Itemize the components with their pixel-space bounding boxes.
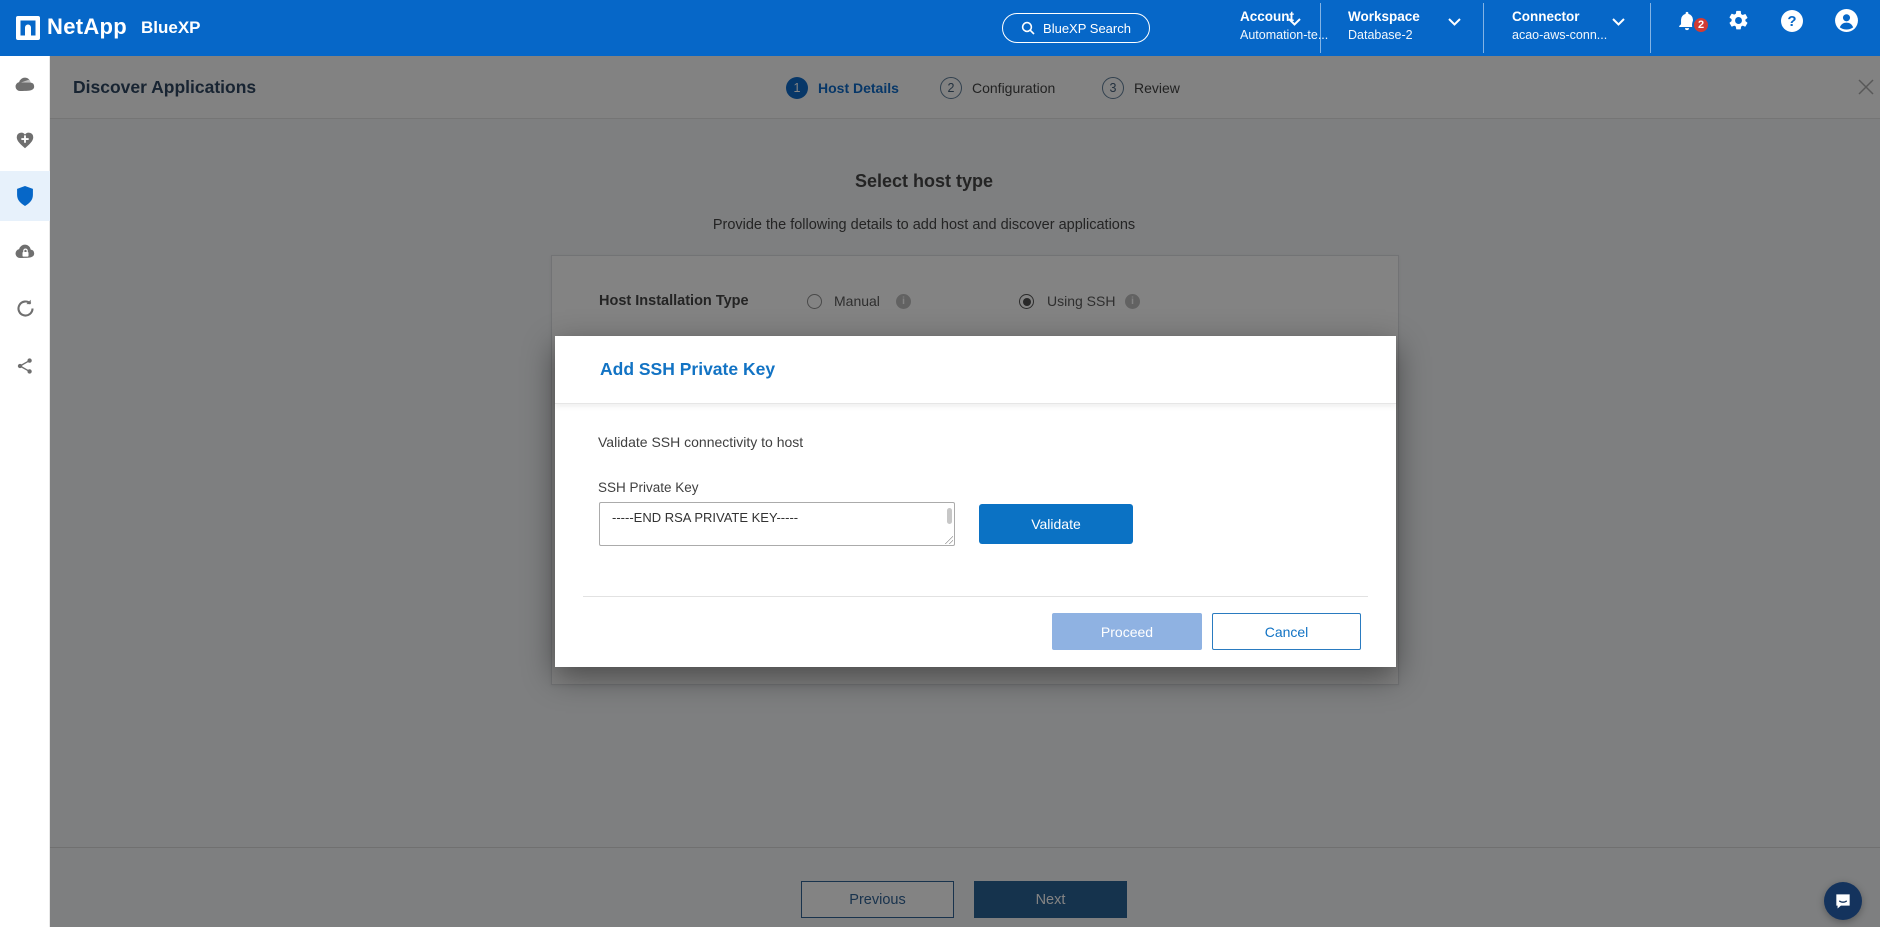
- connector-label: Connector: [1512, 9, 1580, 24]
- connector-value: acao-aws-conn...: [1512, 28, 1608, 42]
- workspace-label: Workspace: [1348, 9, 1420, 24]
- notification-count-badge: 2: [1692, 16, 1710, 34]
- account-label: Account: [1240, 9, 1294, 24]
- health-add-icon[interactable]: [0, 115, 50, 165]
- workspace-value: Database-2: [1348, 28, 1413, 42]
- product-name: BlueXP: [141, 18, 201, 37]
- modal-title: Add SSH Private Key: [600, 359, 776, 379]
- account-menu[interactable]: Account Automation-te...: [1240, 9, 1328, 42]
- chevron-down-icon: [1612, 13, 1625, 31]
- app-header: NetApp BlueXP BlueXP Search Account Auto…: [0, 0, 1880, 56]
- chevron-down-icon: [1448, 13, 1461, 31]
- proceed-button[interactable]: Proceed: [1052, 613, 1202, 650]
- netapp-logo-icon: [16, 16, 40, 45]
- user-avatar-icon[interactable]: [1834, 8, 1859, 36]
- ssh-private-key-input[interactable]: -----END RSA PRIVATE KEY-----: [599, 502, 955, 546]
- validate-button[interactable]: Validate: [979, 504, 1133, 544]
- help-icon[interactable]: ?: [1781, 10, 1803, 32]
- share-nodes-icon[interactable]: [0, 341, 50, 391]
- modal-divider: [583, 596, 1368, 597]
- settings-gear-icon[interactable]: [1727, 9, 1750, 35]
- cloud-lock-icon[interactable]: [0, 227, 50, 277]
- sync-icon[interactable]: [0, 283, 50, 333]
- left-nav-sidebar: [0, 56, 50, 927]
- protection-shield-icon[interactable]: [0, 171, 50, 221]
- header-divider: [1650, 3, 1651, 53]
- add-ssh-key-modal: Add SSH Private Key Validate SSH connect…: [555, 336, 1396, 667]
- workspace-menu[interactable]: Workspace Database-2: [1348, 9, 1420, 42]
- modal-header: Add SSH Private Key: [555, 336, 1396, 404]
- header-divider: [1320, 3, 1321, 53]
- account-value: Automation-te...: [1240, 28, 1329, 42]
- header-divider: [1483, 3, 1484, 53]
- bluexp-search[interactable]: BlueXP Search: [1002, 13, 1150, 43]
- cloud-storage-icon[interactable]: [0, 60, 50, 110]
- search-label: BlueXP Search: [1043, 20, 1131, 36]
- help-glyph: ?: [1781, 10, 1803, 32]
- modal-description: Validate SSH connectivity to host: [598, 434, 804, 450]
- brand-name: NetApp: [47, 14, 128, 39]
- cancel-button[interactable]: Cancel: [1212, 613, 1361, 650]
- search-icon: [1021, 21, 1035, 35]
- connector-menu[interactable]: Connector acao-aws-conn...: [1512, 9, 1607, 42]
- ssh-private-key-label: SSH Private Key: [598, 480, 699, 495]
- chat-launcher-icon[interactable]: [1824, 882, 1862, 920]
- bluexp-app: NetApp BlueXP BlueXP Search Account Auto…: [0, 0, 1880, 927]
- chevron-down-icon: [1288, 13, 1301, 31]
